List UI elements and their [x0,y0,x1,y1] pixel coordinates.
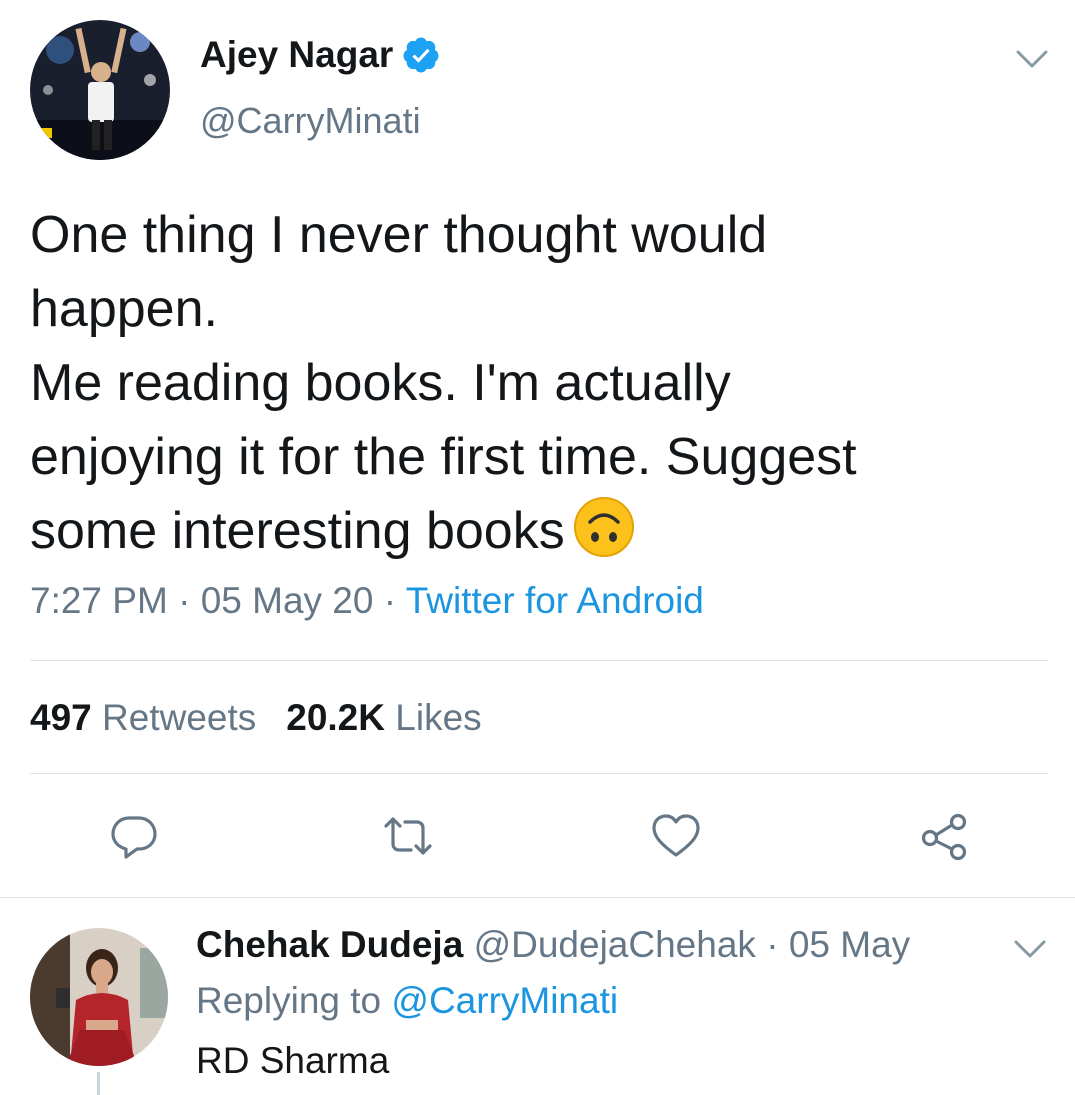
retweet-icon[interactable] [380,808,436,864]
reply-text: RD Sharma [196,1040,390,1081]
chevron-down-icon[interactable] [1012,44,1052,74]
author-name-text[interactable]: Ajey Nagar [200,34,393,76]
retweets-label: Retweets [102,697,257,738]
reply-author-handle[interactable]: @DudejaChehak [474,924,756,965]
tweet-time: 7:27 PM [30,580,168,621]
tweet-text-line: enjoying it for the first time. Suggest [30,428,857,486]
reply-separator-dot: · [766,924,779,965]
author-handle[interactable]: @CarryMinati [200,100,421,142]
reply-icon[interactable] [106,808,162,864]
reply-header: Chehak Dudeja @DudejaChehak · 05 May [196,924,910,966]
reply-date: 05 May [788,924,911,965]
likes-stat[interactable]: 20.2K Likes [286,697,481,738]
divider [30,773,1048,774]
tweet-stats: 497 Retweets 20.2K Likes [30,697,482,739]
tweet-text: One thing I never thought would happen. … [30,198,1040,568]
reply-author-avatar[interactable] [30,928,168,1066]
meta-separator: · [383,580,397,621]
retweets-count: 497 [30,697,92,738]
replying-to-mention[interactable]: @CarryMinati [391,980,618,1021]
tweet-text-line: Me reading books. I'm actually [30,354,731,412]
section-divider [0,897,1075,898]
tweet-meta: 7:27 PM · 05 May 20 · Twitter for Androi… [30,580,704,622]
tweet-source-link[interactable]: Twitter for Android [406,580,704,621]
tweet-text-line: some interesting books [30,502,565,560]
reply-separator: · [756,924,789,965]
meta-separator: · [178,580,191,621]
tweet-text-last-line: some interesting books [30,494,1040,568]
verified-badge-icon [401,35,441,75]
author-name[interactable]: Ajey Nagar [200,34,441,76]
retweets-stat[interactable]: 497 Retweets [30,697,256,738]
tweet-date: 05 May 20 [200,580,374,621]
heart-icon[interactable] [648,808,704,864]
thread-connector-line [97,1072,100,1095]
likes-count: 20.2K [286,697,385,738]
tweet-text-line: happen. [30,280,218,338]
reply-author-name[interactable]: Chehak Dudeja [196,924,463,965]
replying-prefix: Replying to [196,980,382,1021]
chevron-down-icon[interactable] [1010,934,1050,964]
divider [30,660,1048,661]
likes-label: Likes [395,697,482,738]
author-avatar[interactable] [30,20,170,160]
upside-down-face-icon [573,496,635,558]
tweet-text-line: One thing I never thought would [30,206,768,264]
replying-to: Replying to @CarryMinati [196,980,618,1022]
share-icon[interactable] [916,808,972,864]
